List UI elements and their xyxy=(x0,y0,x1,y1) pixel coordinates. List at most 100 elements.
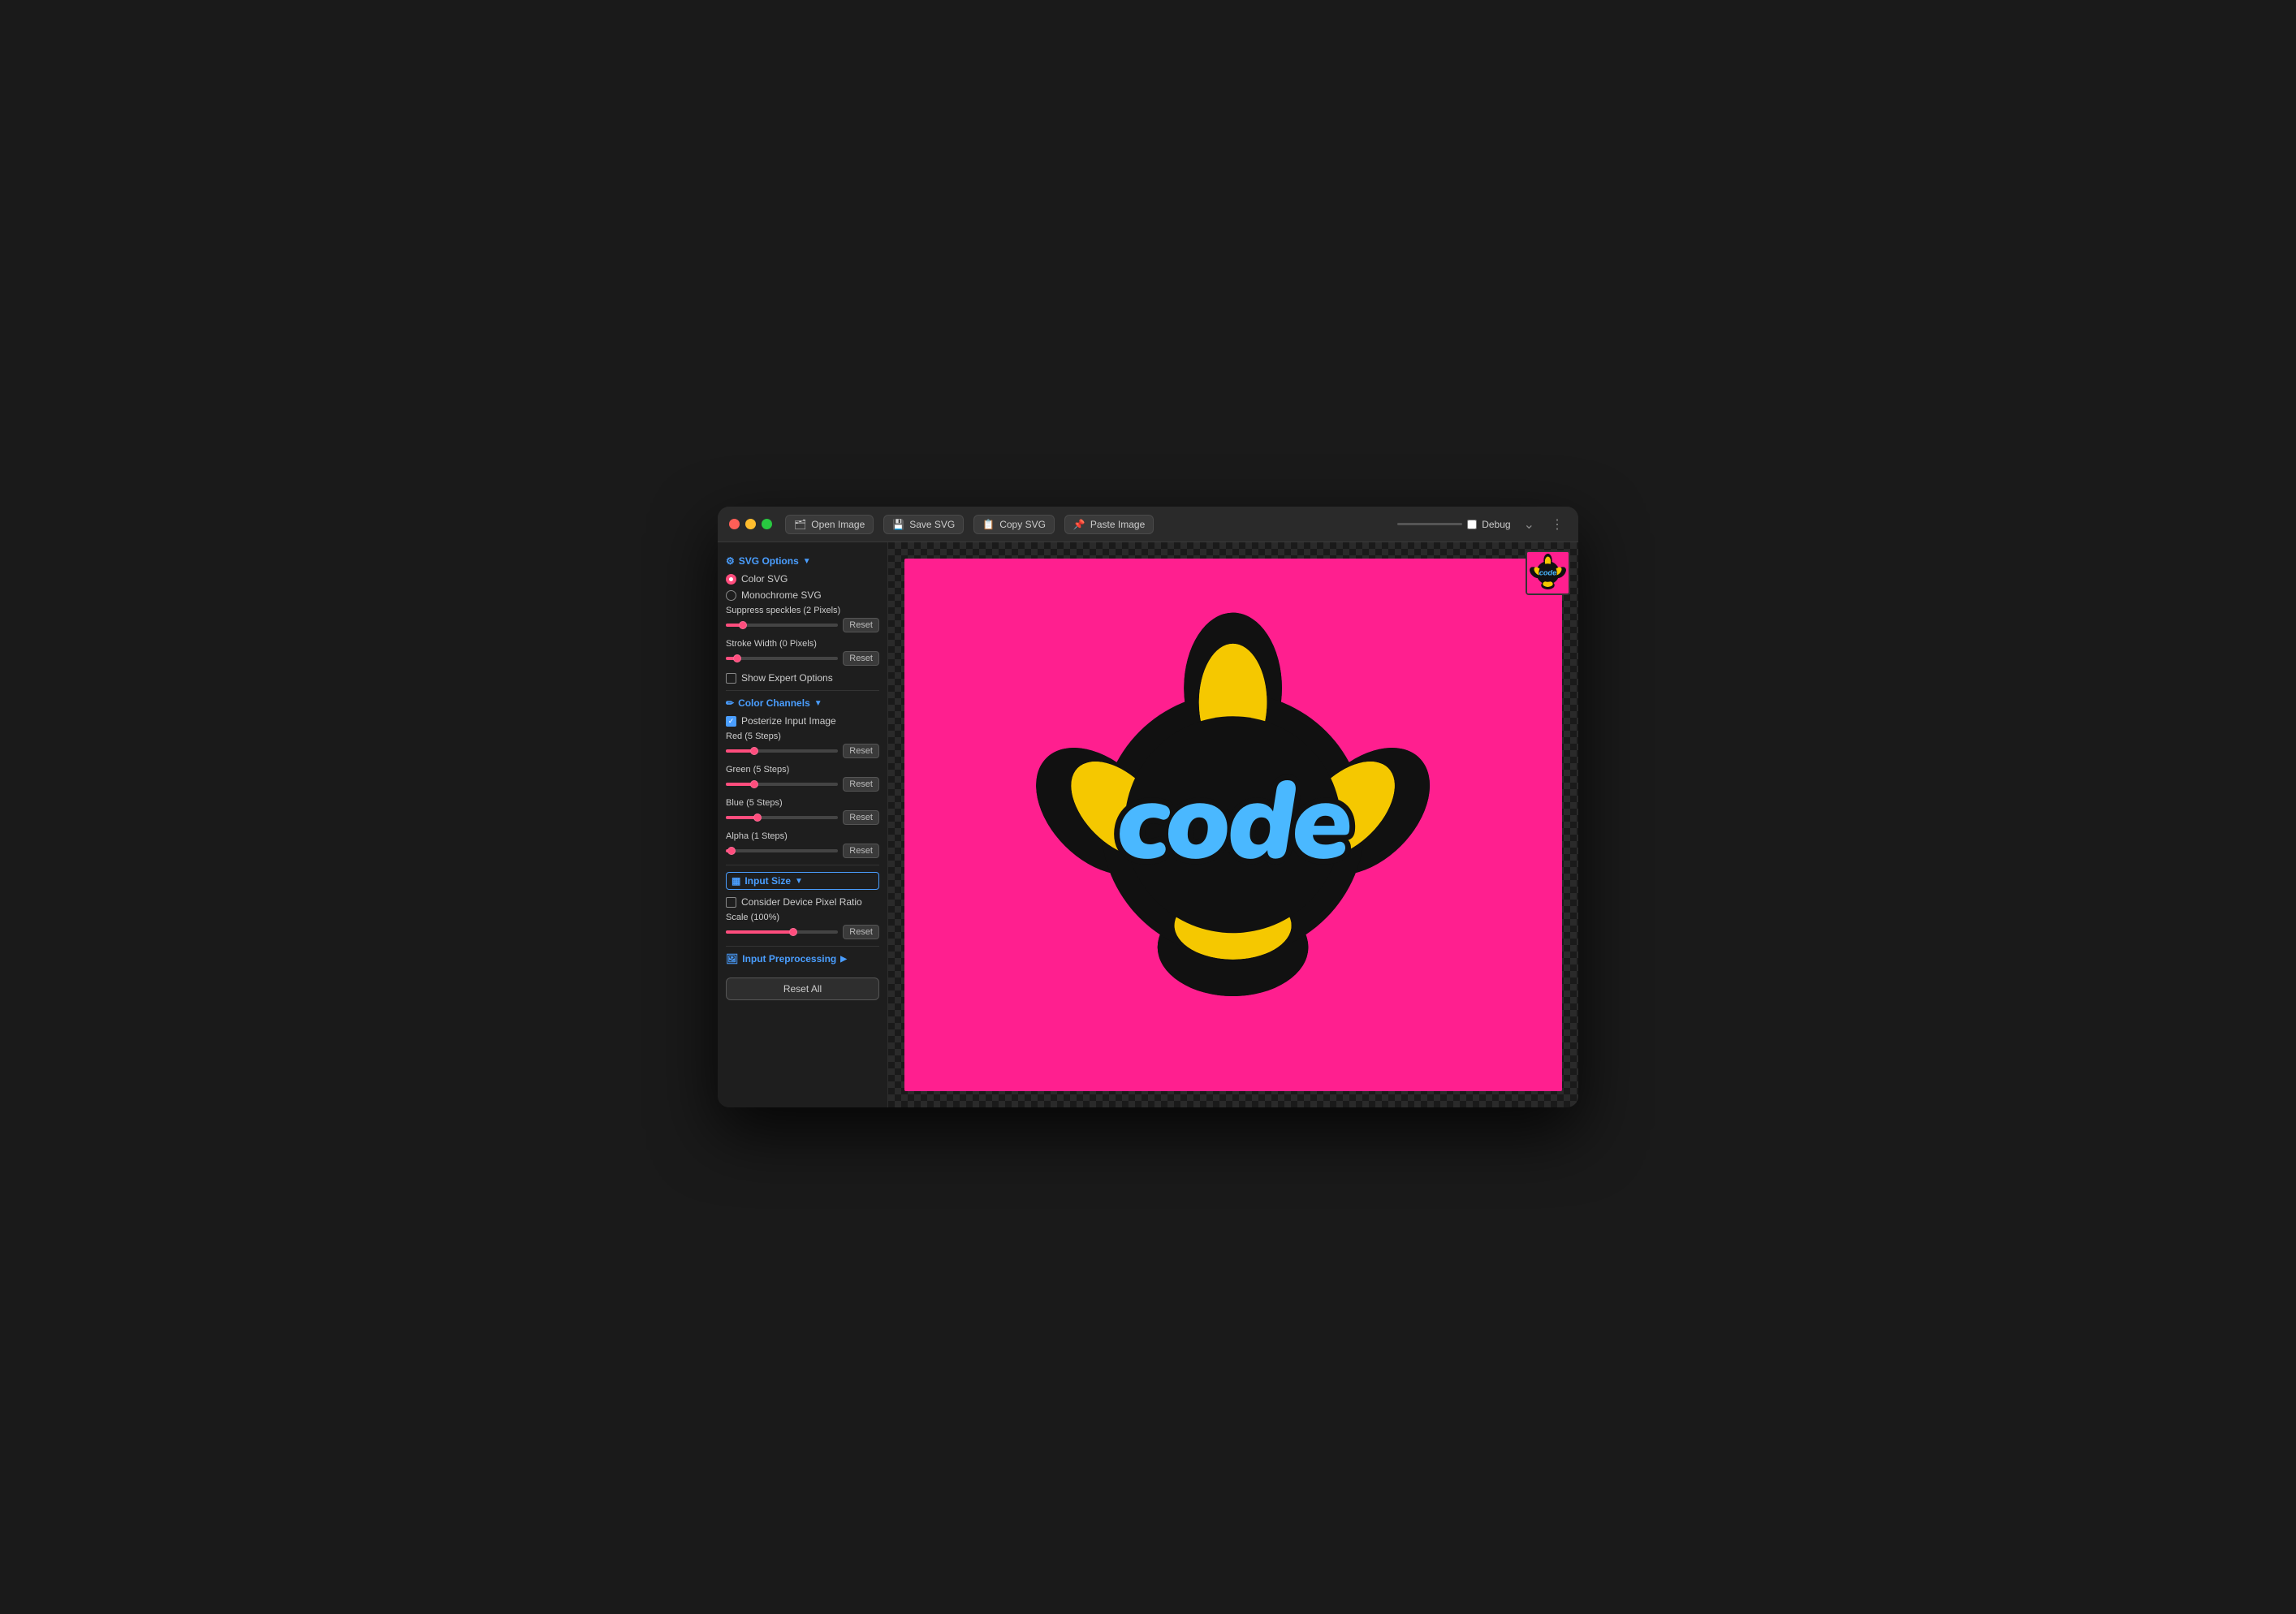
green-track[interactable] xyxy=(726,783,838,786)
scale-reset[interactable]: Reset xyxy=(843,925,879,939)
copy-svg-button[interactable]: 📋 Copy SVG xyxy=(973,515,1055,534)
consider-dpr-row[interactable]: Consider Device Pixel Ratio xyxy=(726,896,879,908)
green-row: Green (5 Steps) Reset xyxy=(726,765,879,792)
suppress-speckles-control: Reset xyxy=(726,618,879,632)
debug-checkbox[interactable] xyxy=(1467,520,1477,529)
input-size-label: Input Size xyxy=(744,875,791,887)
divider-3 xyxy=(726,946,879,947)
traffic-lights xyxy=(729,519,772,529)
posterize-row[interactable]: Posterize Input Image xyxy=(726,715,879,727)
scale-row: Scale (100%) Reset xyxy=(726,913,879,939)
chevron-down-icon[interactable]: ⌄ xyxy=(1521,515,1538,534)
red-thumb[interactable] xyxy=(750,747,758,755)
show-expert-checkbox[interactable] xyxy=(726,673,736,684)
alpha-track[interactable] xyxy=(726,849,838,852)
suppress-speckles-track[interactable] xyxy=(726,624,838,627)
red-track[interactable] xyxy=(726,749,838,753)
open-image-label: Open Image xyxy=(811,519,865,530)
color-channels-header[interactable]: ✏ Color Channels ▼ xyxy=(726,697,879,709)
green-thumb[interactable] xyxy=(750,780,758,788)
scale-thumb[interactable] xyxy=(789,928,797,936)
suppress-speckles-thumb[interactable] xyxy=(739,621,747,629)
divider-1 xyxy=(726,690,879,691)
suppress-speckles-label: Suppress speckles (2 Pixels) xyxy=(726,606,879,615)
more-options-icon[interactable]: ⋮ xyxy=(1547,515,1567,534)
color-svg-radio[interactable] xyxy=(726,574,736,585)
blue-track[interactable] xyxy=(726,816,838,819)
posterize-label: Posterize Input Image xyxy=(741,715,836,727)
red-label: Red (5 Steps) xyxy=(726,731,879,741)
scale-control: Reset xyxy=(726,925,879,939)
stroke-width-row: Stroke Width (0 Pixels) Reset xyxy=(726,639,879,666)
monochrome-svg-option[interactable]: Monochrome SVG xyxy=(726,589,879,601)
stroke-width-label: Stroke Width (0 Pixels) xyxy=(726,639,879,649)
show-expert-row[interactable]: Show Expert Options xyxy=(726,672,879,684)
chevron-right-icon: ▶ xyxy=(840,955,847,964)
svg-options-label: SVG Options xyxy=(739,555,799,567)
suppress-speckles-reset[interactable]: Reset xyxy=(843,618,879,632)
save-svg-button[interactable]: 💾 Save SVG xyxy=(883,515,964,534)
svg-options-header[interactable]: ⚙ SVG Options ▼ xyxy=(726,555,879,567)
minimize-button[interactable] xyxy=(745,519,756,529)
open-image-button[interactable]: 🗂 Open Image xyxy=(785,515,874,534)
color-svg-label: Color SVG xyxy=(741,573,788,585)
sliders-icon: ⚙ xyxy=(726,555,735,567)
suppress-speckles-row: Suppress speckles (2 Pixels) Reset xyxy=(726,606,879,632)
resize-icon: ▦ xyxy=(732,875,740,887)
sidebar: ⚙ SVG Options ▼ Color SVG Monochrome SVG… xyxy=(718,542,888,1107)
blue-thumb[interactable] xyxy=(753,813,762,822)
input-preprocessing-header[interactable]: 🖼 Input Preprocessing ▶ xyxy=(726,953,879,965)
posterize-checkbox[interactable] xyxy=(726,716,736,727)
chevron-down-icon: ▼ xyxy=(803,557,811,566)
monochrome-svg-radio[interactable] xyxy=(726,590,736,601)
chevron-down-icon-2: ▼ xyxy=(814,699,822,708)
alpha-control: Reset xyxy=(726,844,879,858)
debug-area: Debug xyxy=(1397,519,1510,530)
alpha-reset[interactable]: Reset xyxy=(843,844,879,858)
red-row: Red (5 Steps) Reset xyxy=(726,731,879,758)
paste-image-button[interactable]: 📌 Paste Image xyxy=(1064,515,1154,534)
red-control: Reset xyxy=(726,744,879,758)
blue-label: Blue (5 Steps) xyxy=(726,798,879,808)
copy-svg-label: Copy SVG xyxy=(999,519,1046,530)
pencil-icon: ✏ xyxy=(726,697,734,709)
titlebar: 🗂 Open Image 💾 Save SVG 📋 Copy SVG 📌 Pas… xyxy=(718,507,1578,542)
stroke-width-track[interactable] xyxy=(726,657,838,660)
monochrome-svg-label: Monochrome SVG xyxy=(741,589,822,601)
svg-text:code: code xyxy=(1539,569,1556,577)
stroke-width-control: Reset xyxy=(726,651,879,666)
stroke-width-reset[interactable]: Reset xyxy=(843,651,879,666)
chevron-down-icon-3: ▼ xyxy=(795,877,803,886)
green-control: Reset xyxy=(726,777,879,792)
alpha-row: Alpha (1 Steps) Reset xyxy=(726,831,879,858)
copy-icon: 📋 xyxy=(982,519,995,530)
color-svg-option[interactable]: Color SVG xyxy=(726,573,879,585)
blue-row: Blue (5 Steps) Reset xyxy=(726,798,879,825)
blue-control: Reset xyxy=(726,810,879,825)
consider-dpr-label: Consider Device Pixel Ratio xyxy=(741,896,862,908)
debug-slider[interactable] xyxy=(1397,523,1462,525)
thumbnail-preview: code xyxy=(1526,550,1570,595)
svg-text:code: code xyxy=(1117,749,1351,897)
stroke-width-thumb[interactable] xyxy=(733,654,741,662)
image-preview: code code code xyxy=(904,559,1562,1091)
debug-label: Debug xyxy=(1482,519,1510,530)
input-size-header[interactable]: ▦ Input Size ▼ xyxy=(726,872,879,890)
reset-all-button[interactable]: Reset All xyxy=(726,977,879,1000)
green-reset[interactable]: Reset xyxy=(843,777,879,792)
main-content: ⚙ SVG Options ▼ Color SVG Monochrome SVG… xyxy=(718,542,1578,1107)
scale-track[interactable] xyxy=(726,930,838,934)
blue-reset[interactable]: Reset xyxy=(843,810,879,825)
paste-icon: 📌 xyxy=(1073,519,1085,530)
save-svg-label: Save SVG xyxy=(909,519,955,530)
folder-icon: 🗂 xyxy=(794,519,806,530)
maximize-button[interactable] xyxy=(762,519,772,529)
alpha-thumb[interactable] xyxy=(727,847,736,855)
consider-dpr-checkbox[interactable] xyxy=(726,897,736,908)
main-svg-artwork: code code code xyxy=(930,580,1535,1070)
show-expert-label: Show Expert Options xyxy=(741,672,833,684)
scale-fill xyxy=(726,930,793,934)
red-reset[interactable]: Reset xyxy=(843,744,879,758)
color-channels-label: Color Channels xyxy=(738,697,810,709)
close-button[interactable] xyxy=(729,519,740,529)
